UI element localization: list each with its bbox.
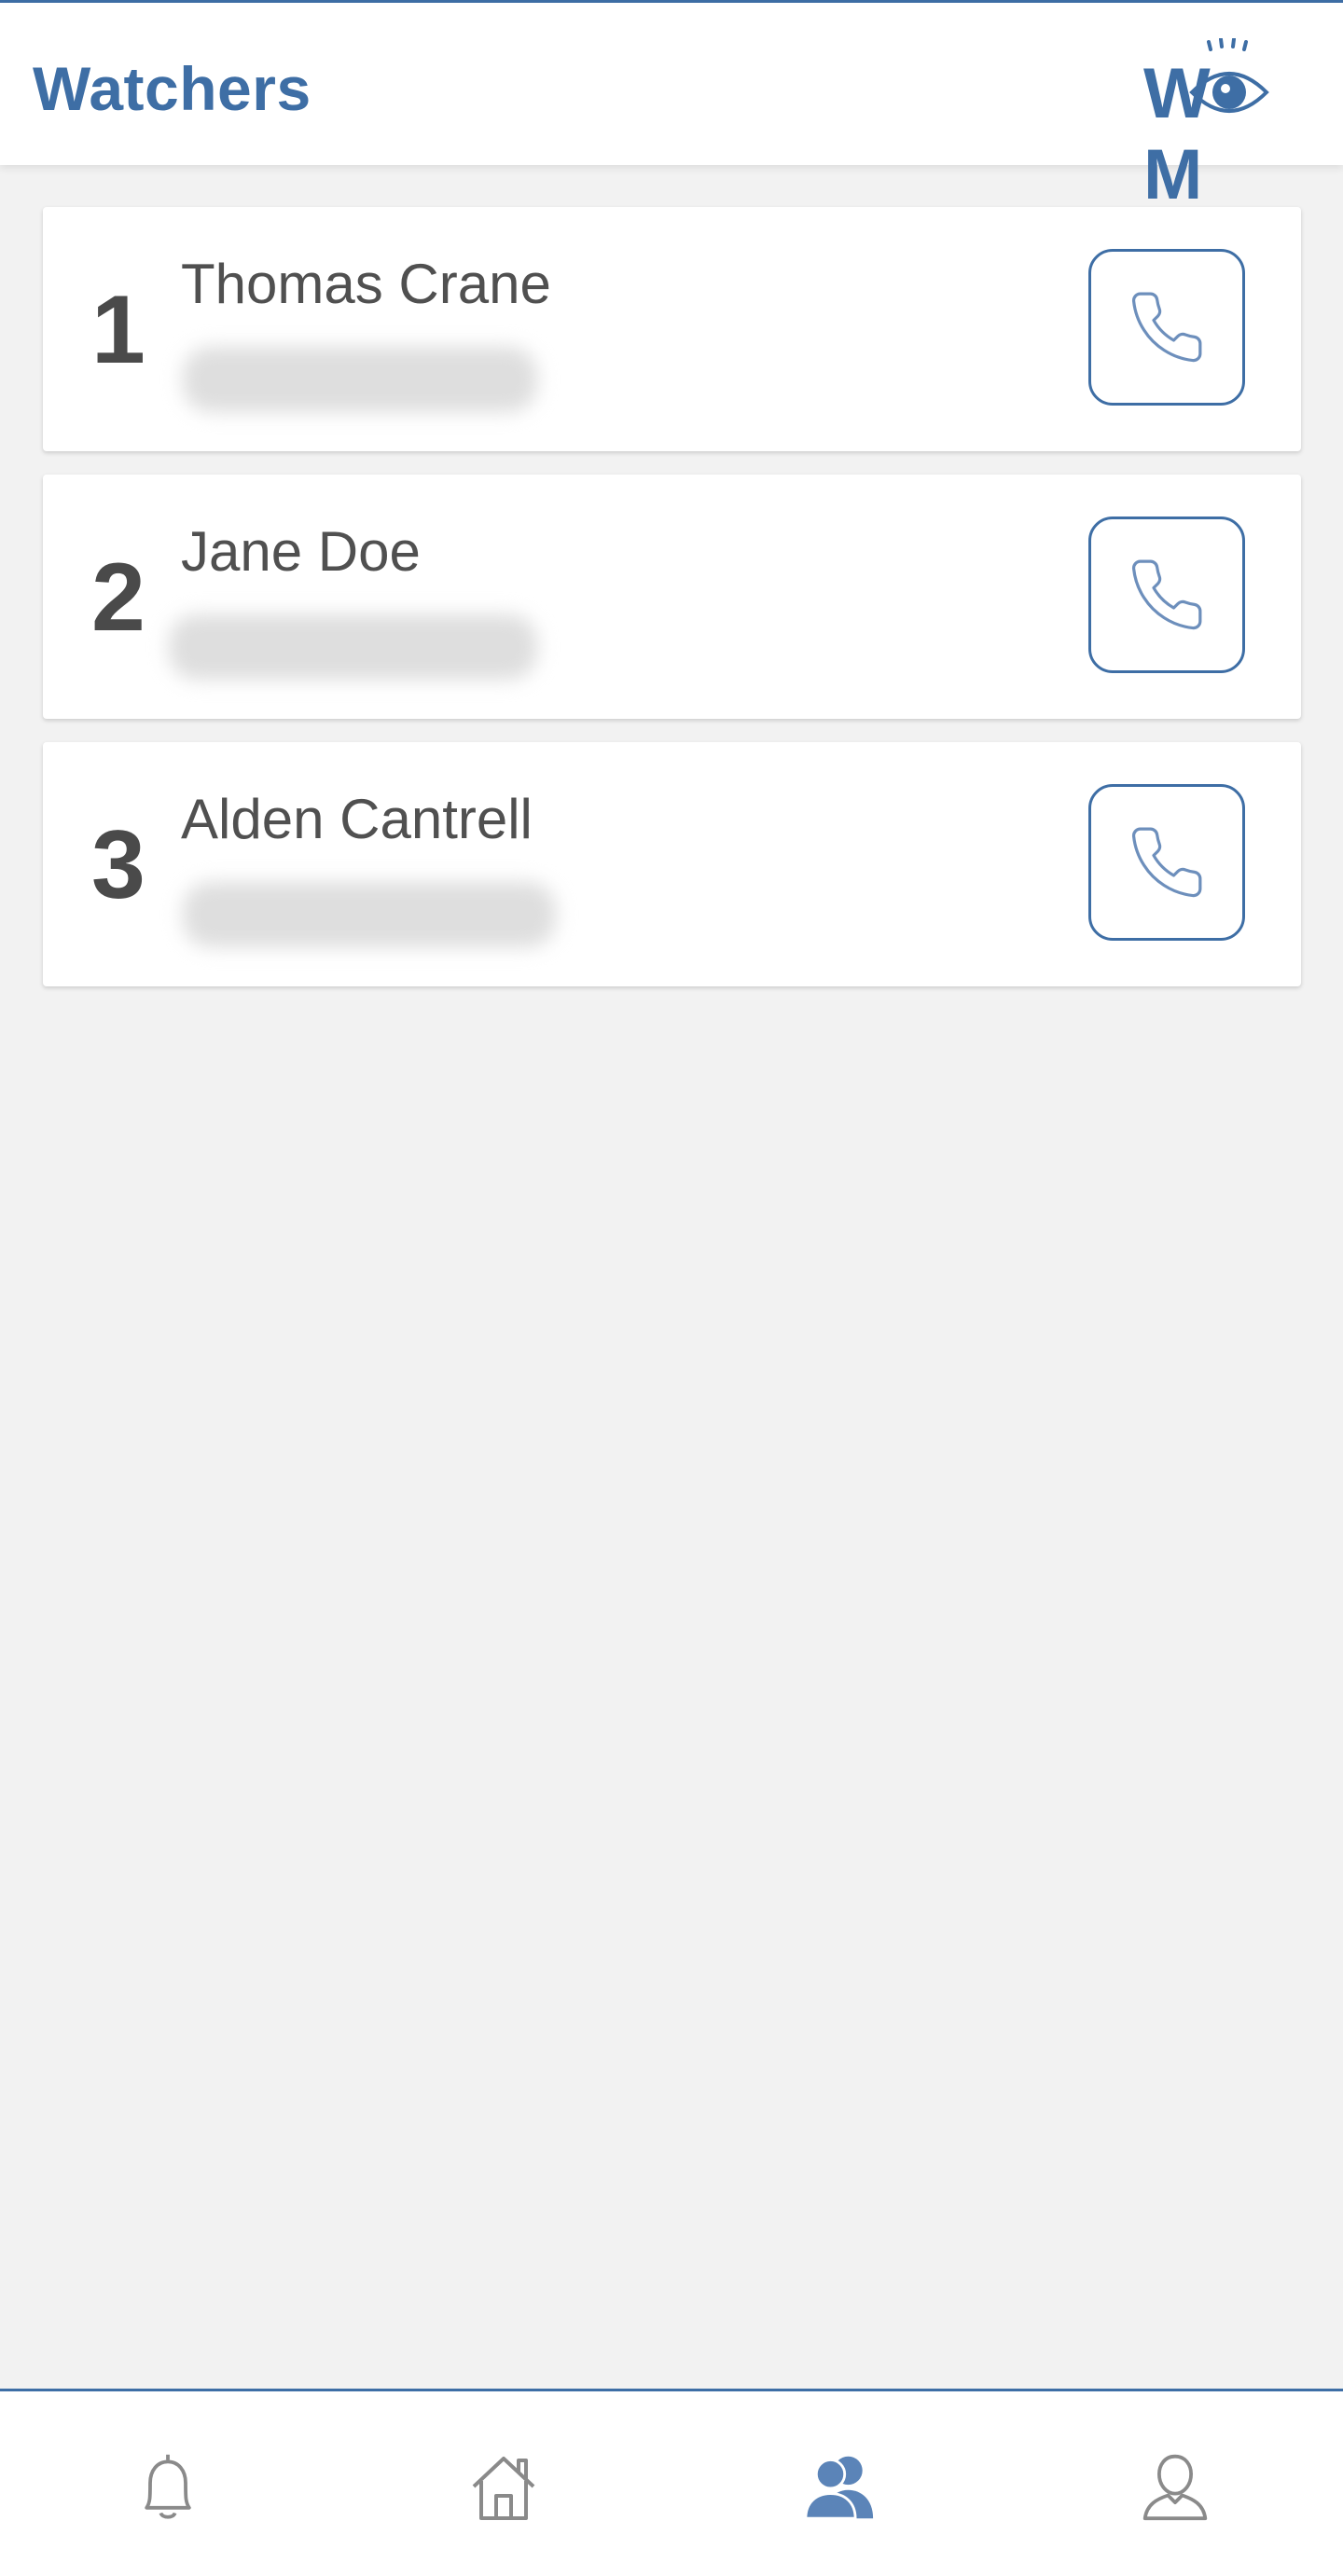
watcher-name: Alden Cantrell [181, 788, 533, 850]
watcher-card: 2 Jane Doe [43, 475, 1301, 719]
redacted-phone-number [169, 614, 537, 680]
redacted-phone-number [183, 347, 537, 412]
logo-letter-m: M [1143, 135, 1205, 214]
phone-icon [1131, 827, 1202, 898]
watcher-name: Thomas Crane [181, 253, 551, 315]
page-title: Watchers [33, 54, 312, 123]
redacted-phone-number [183, 882, 556, 947]
call-button[interactable] [1088, 249, 1245, 406]
nav-profile-button[interactable] [1128, 2440, 1222, 2533]
watcher-rank: 3 [91, 811, 145, 919]
watcher-rank: 1 [91, 276, 145, 384]
watchers-icon [804, 2456, 874, 2520]
nav-alerts-button[interactable] [121, 2440, 215, 2533]
home-icon [472, 2457, 535, 2520]
watcher-card: 3 Alden Cantrell [43, 742, 1301, 986]
watcher-name: Jane Doe [181, 520, 421, 583]
wom-logo: WM [1143, 38, 1311, 214]
nav-home-button[interactable] [457, 2440, 550, 2533]
nav-watchers-button[interactable] [793, 2440, 886, 2533]
bottom-navigation [0, 2389, 1343, 2576]
profile-icon [1142, 2454, 1208, 2521]
call-button[interactable] [1088, 784, 1245, 941]
call-button[interactable] [1088, 517, 1245, 673]
phone-icon [1131, 559, 1202, 630]
eye-icon [1189, 38, 1269, 113]
watcher-rank: 2 [91, 544, 145, 652]
watcher-card: 1 Thomas Crane [43, 207, 1301, 451]
bell-icon [145, 2454, 191, 2519]
phone-icon [1131, 292, 1202, 363]
app-header: Watchers WM [0, 3, 1343, 214]
